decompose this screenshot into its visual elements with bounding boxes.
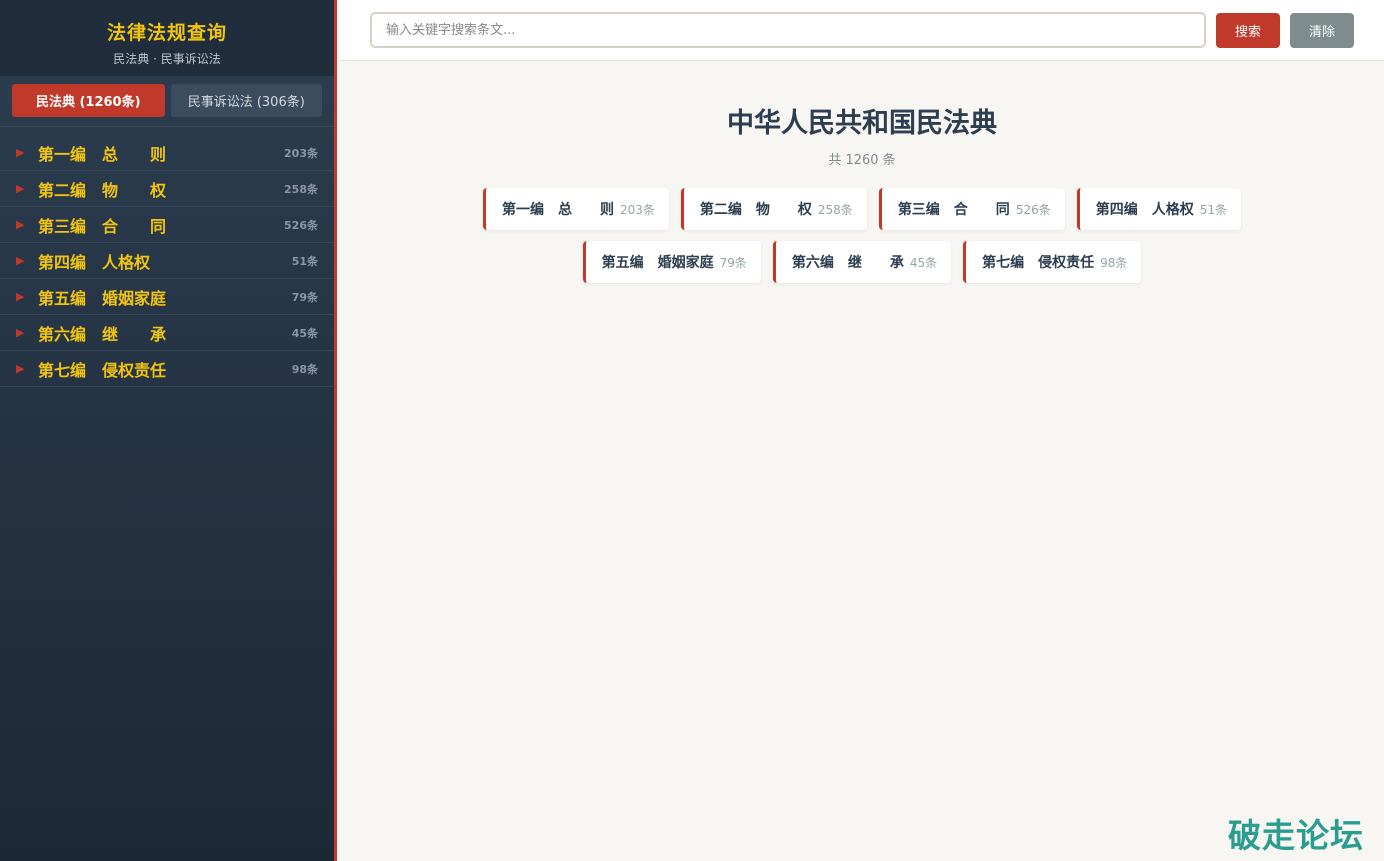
triangle-right-icon: ▶ [16,290,25,303]
sidebar-item-part-1[interactable]: ▶ 第一编 总 则 203条 [0,135,334,171]
part-card-label: 第三编 合 同 [897,202,1010,218]
part-cards: 第一编 总 则 203条 第二编 物 权 258条 第三编 合 同 526条 第… [340,188,1384,283]
triangle-right-icon: ▶ [16,182,25,195]
sidebar-item-part-5[interactable]: ▶ 第五编 婚姻家庭 79条 [0,279,334,315]
sidebar-item-count: 45条 [291,326,318,340]
sidebar-item-count: 258条 [284,182,318,196]
part-card-label: 第六编 继 承 [791,255,904,271]
sidebar: 法律法规查询 民法典 · 民事诉讼法 民法典 (1260条) 民事诉讼法 (30… [0,0,337,861]
part-card[interactable]: 第六编 继 承 45条 [772,241,952,283]
triangle-right-icon: ▶ [16,362,25,375]
sidebar-item-count: 203条 [284,146,318,160]
sidebar-item-count: 79条 [291,290,318,304]
sidebar-item-label: 第一编 总 则 [38,144,167,164]
part-card-label: 第二编 物 权 [699,202,812,218]
part-card[interactable]: 第三编 合 同 526条 [878,188,1065,230]
triangle-right-icon: ▶ [16,146,25,159]
part-card-label: 第一编 总 则 [502,202,614,218]
sidebar-item-label: 第二编 物 权 [38,180,167,200]
search-button[interactable]: 搜索 [1216,13,1280,48]
sidebar-item-label: 第七编 侵权责任 [38,360,167,380]
search-bar: 搜索 清除 [340,0,1384,61]
sidebar-item-label: 第三编 合 同 [38,216,167,236]
app-title: 法律法规查询 [106,22,227,44]
part-card-label: 第四编 人格权 [1095,202,1194,218]
sidebar-item-part-3[interactable]: ▶ 第三编 合 同 526条 [0,207,334,243]
clear-button[interactable]: 清除 [1290,13,1354,48]
part-card-count: 526条 [1015,202,1051,217]
tab-civil-code[interactable]: 民法典 (1260条) [12,84,165,117]
part-card-count: 203条 [620,202,655,217]
sidebar-item-part-2[interactable]: ▶ 第二编 物 权 258条 [0,171,334,207]
part-card-count: 258条 [817,202,853,217]
sidebar-item-part-6[interactable]: ▶ 第六编 继 承 45条 [0,315,334,351]
chapter-nav: ▶ 第一编 总 则 203条 ▶ 第二编 物 权 258条 ▶ 第三编 合 同 … [0,135,334,387]
part-card[interactable]: 第一编 总 则 203条 [483,188,669,230]
law-tabs: 民法典 (1260条) 民事诉讼法 (306条) [0,76,334,127]
sidebar-item-count: 51条 [291,254,318,268]
sidebar-item-label: 第四编 人格权 [38,252,151,272]
triangle-right-icon: ▶ [16,218,25,231]
brand-header: 法律法规查询 民法典 · 民事诉讼法 [0,0,334,76]
part-card-count: 98条 [1100,255,1128,270]
part-card-label: 第七编 侵权责任 [982,255,1095,271]
part-card[interactable]: 第四编 人格权 51条 [1076,188,1241,230]
tab-civil-procedure-law[interactable]: 民事诉讼法 (306条) [170,84,322,117]
part-card-count: 45条 [909,255,938,270]
part-card-label: 第五编 婚姻家庭 [601,255,714,271]
triangle-right-icon: ▶ [16,254,25,267]
part-card[interactable]: 第二编 物 权 258条 [680,188,867,230]
sidebar-item-count: 98条 [291,362,318,376]
search-input[interactable] [370,12,1206,48]
part-card-count: 79条 [719,255,747,270]
sidebar-item-label: 第五编 婚姻家庭 [38,288,167,308]
part-card-count: 51条 [1199,202,1227,217]
total-count: 共 1260 条 [828,153,896,168]
sidebar-item-part-4[interactable]: ▶ 第四编 人格权 51条 [0,243,334,279]
triangle-right-icon: ▶ [16,326,25,339]
page-title: 中华人民共和国民法典 [727,108,997,139]
watermark: 破走论坛 [1228,816,1364,855]
sidebar-item-label: 第六编 继 承 [38,324,167,344]
part-card[interactable]: 第五编 婚姻家庭 79条 [582,241,761,283]
app-subtitle: 民法典 · 民事诉讼法 [113,52,221,66]
part-card[interactable]: 第七编 侵权责任 98条 [963,241,1142,283]
sidebar-item-count: 526条 [284,218,318,232]
sidebar-item-part-7[interactable]: ▶ 第七编 侵权责任 98条 [0,351,334,387]
